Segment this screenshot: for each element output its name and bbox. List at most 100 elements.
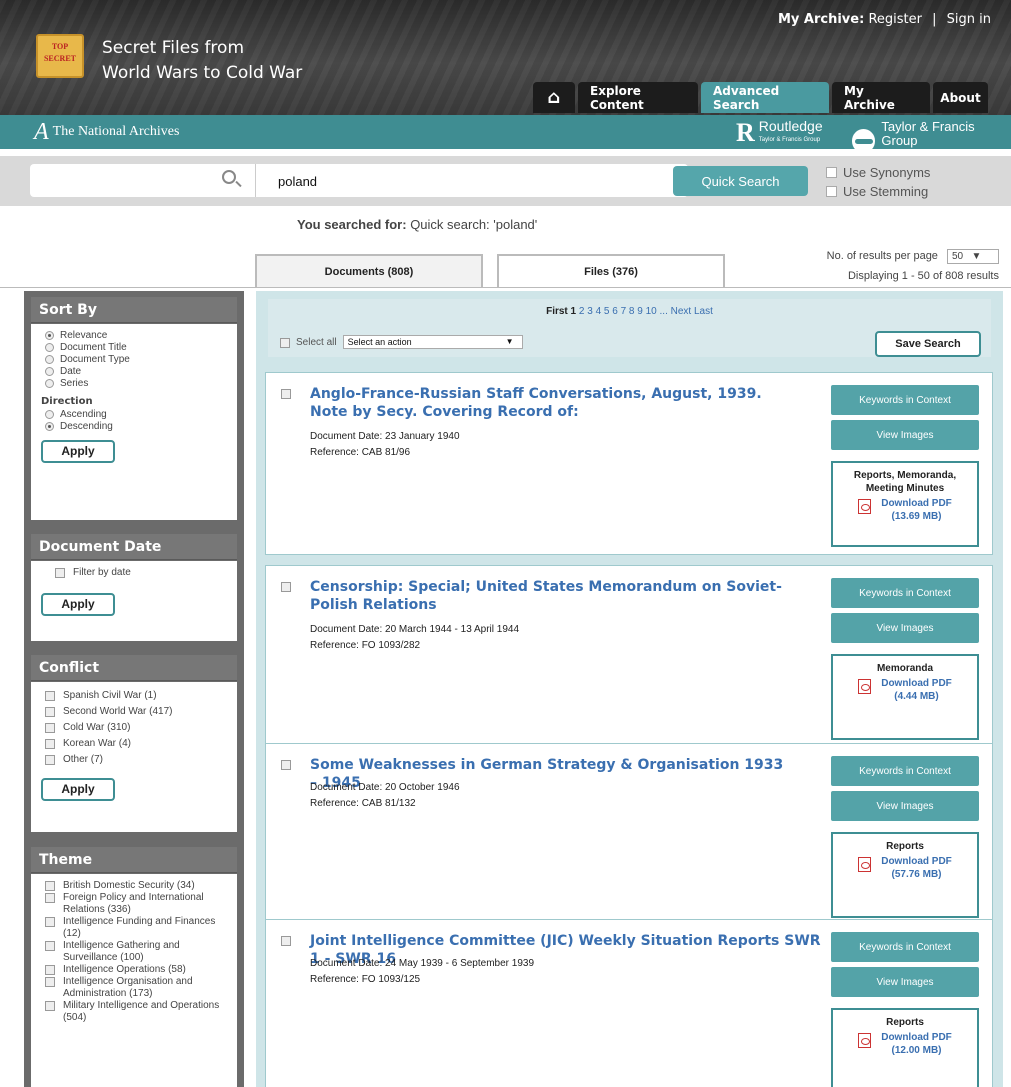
conflict-item[interactable]: Other (7) bbox=[41, 752, 227, 768]
pager-pages[interactable]: 2 3 4 5 6 7 8 9 10 ... bbox=[579, 306, 668, 317]
conflict-checkbox[interactable] bbox=[45, 707, 55, 717]
radio-button[interactable] bbox=[45, 331, 54, 340]
theme-checkbox[interactable] bbox=[45, 941, 55, 951]
signin-link[interactable]: Sign in bbox=[947, 12, 991, 27]
file-size: (13.69 MB) bbox=[891, 511, 942, 522]
sort-option-date[interactable]: Date bbox=[41, 366, 227, 378]
home-tab[interactable]: ⌂ bbox=[533, 82, 575, 113]
theme-item[interactable]: Military Intelligence and Operations (50… bbox=[41, 1000, 227, 1024]
conflict-checkbox[interactable] bbox=[45, 691, 55, 701]
sort-option-relevance[interactable]: Relevance bbox=[41, 330, 227, 342]
result-card: Censorship: Special; United States Memor… bbox=[265, 565, 993, 748]
radio-button[interactable] bbox=[45, 379, 54, 388]
conflict-checkbox[interactable] bbox=[45, 723, 55, 733]
result-checkbox[interactable] bbox=[281, 582, 291, 592]
sort-option-type[interactable]: Document Type bbox=[41, 354, 227, 366]
radio-button[interactable] bbox=[45, 422, 54, 431]
pager-first[interactable]: First bbox=[546, 306, 568, 317]
filter-sidebar: Sort By Relevance Document Title Documen… bbox=[24, 291, 244, 1087]
tab-documents[interactable]: Documents (808) bbox=[255, 254, 483, 288]
theme-checkbox[interactable] bbox=[45, 881, 55, 891]
conflict-item[interactable]: Cold War (310) bbox=[41, 720, 227, 736]
download-pdf-link[interactable]: Download PDF (12.00 MB) bbox=[881, 1031, 952, 1057]
conflict-apply-button[interactable]: Apply bbox=[41, 778, 115, 801]
download-pdf-link[interactable]: Download PDF (57.76 MB) bbox=[881, 855, 952, 881]
theme-item[interactable]: Intelligence Funding and Finances (12) bbox=[41, 916, 227, 940]
conflict-checkbox[interactable] bbox=[45, 739, 55, 749]
result-title[interactable]: Anglo-France-Russian Staff Conversations… bbox=[310, 385, 790, 421]
select-all-checkbox[interactable] bbox=[280, 337, 290, 348]
theme-item[interactable]: British Domestic Security (34) bbox=[41, 880, 227, 892]
use-stemming-checkbox[interactable] bbox=[826, 186, 837, 197]
use-synonyms-option[interactable]: Use Synonyms bbox=[826, 163, 930, 182]
per-page-select[interactable]: 50 ▼ bbox=[947, 249, 999, 264]
tab-my-archive[interactable]: My Archive bbox=[832, 82, 930, 113]
search-input[interactable] bbox=[278, 171, 678, 191]
result-title[interactable]: Censorship: Special; United States Memor… bbox=[310, 578, 790, 614]
radio-button[interactable] bbox=[45, 367, 54, 376]
tab-label: About bbox=[940, 90, 981, 105]
tab-about[interactable]: About bbox=[933, 82, 988, 113]
sort-apply-button[interactable]: Apply bbox=[41, 440, 115, 463]
pager-next[interactable]: Next bbox=[671, 306, 692, 317]
view-images-button[interactable]: View Images bbox=[831, 791, 979, 821]
direction-ascending[interactable]: Ascending bbox=[41, 409, 227, 421]
theme-checkbox[interactable] bbox=[45, 893, 55, 903]
theme-item[interactable]: Intelligence Gathering and Surveillance … bbox=[41, 940, 227, 964]
use-stemming-option[interactable]: Use Stemming bbox=[826, 182, 930, 201]
download-pdf-label: Download PDF bbox=[881, 498, 952, 509]
theme-label: Intelligence Operations (58) bbox=[63, 964, 186, 975]
keywords-in-context-button[interactable]: Keywords in Context bbox=[831, 578, 979, 608]
filter-by-date-checkbox[interactable] bbox=[55, 568, 65, 578]
theme-checkbox[interactable] bbox=[45, 977, 55, 987]
result-reference: Reference: CAB 81/96 bbox=[310, 447, 411, 458]
download-pdf-label: Download PDF bbox=[881, 1032, 952, 1043]
radio-button[interactable] bbox=[45, 410, 54, 419]
theme-checkbox[interactable] bbox=[45, 917, 55, 927]
theme-checkbox[interactable] bbox=[45, 1001, 55, 1011]
theme-label: Military Intelligence and Operations (50… bbox=[63, 1000, 220, 1023]
tab-advanced-search[interactable]: Advanced Search bbox=[701, 82, 829, 113]
site-title[interactable]: Secret Files from World Wars to Cold War bbox=[102, 36, 302, 86]
download-pdf-link[interactable]: Download PDF (13.69 MB) bbox=[881, 497, 952, 523]
use-synonyms-label: Use Synonyms bbox=[843, 165, 931, 180]
view-images-button[interactable]: View Images bbox=[831, 420, 979, 450]
filter-by-date-option[interactable]: Filter by date bbox=[51, 567, 227, 579]
save-search-button[interactable]: Save Search bbox=[875, 331, 981, 357]
sort-option-title[interactable]: Document Title bbox=[41, 342, 227, 354]
result-checkbox[interactable] bbox=[281, 389, 291, 399]
view-images-button[interactable]: View Images bbox=[831, 613, 979, 643]
direction-descending[interactable]: Descending bbox=[41, 421, 227, 433]
date-apply-button[interactable]: Apply bbox=[41, 593, 115, 616]
conflict-checkbox[interactable] bbox=[45, 755, 55, 765]
top-secret-logo[interactable]: TOP SECRET bbox=[36, 34, 84, 78]
pager-last[interactable]: Last bbox=[694, 306, 713, 317]
use-synonyms-checkbox[interactable] bbox=[826, 167, 837, 178]
routledge-logo[interactable]: R Routledge Taylor & Francis Group bbox=[736, 119, 823, 147]
download-box: Reports Download PDF (57.76 MB) bbox=[831, 832, 979, 918]
conflict-item[interactable]: Korean War (4) bbox=[41, 736, 227, 752]
tab-explore-content[interactable]: Explore Content bbox=[578, 82, 698, 113]
result-checkbox[interactable] bbox=[281, 760, 291, 770]
national-archives-logo[interactable]: A The National Archives bbox=[34, 120, 179, 144]
theme-item[interactable]: Intelligence Operations (58) bbox=[41, 964, 227, 976]
keywords-in-context-button[interactable]: Keywords in Context bbox=[831, 932, 979, 962]
register-link[interactable]: Register bbox=[868, 12, 922, 27]
radio-button[interactable] bbox=[45, 355, 54, 364]
view-images-button[interactable]: View Images bbox=[831, 967, 979, 997]
radio-button[interactable] bbox=[45, 343, 54, 352]
tab-files[interactable]: Files (376) bbox=[497, 254, 725, 288]
theme-item[interactable]: Intelligence Organisation and Administra… bbox=[41, 976, 227, 1000]
theme-item[interactable]: Foreign Policy and International Relatio… bbox=[41, 892, 227, 916]
result-checkbox[interactable] bbox=[281, 936, 291, 946]
action-select[interactable]: Select an action ▼ bbox=[342, 335, 523, 349]
keywords-in-context-button[interactable]: Keywords in Context bbox=[831, 756, 979, 786]
quick-search-button[interactable]: Quick Search bbox=[673, 166, 808, 196]
search-icon[interactable] bbox=[222, 170, 236, 184]
conflict-item[interactable]: Spanish Civil War (1) bbox=[41, 688, 227, 704]
keywords-in-context-button[interactable]: Keywords in Context bbox=[831, 385, 979, 415]
sort-option-series[interactable]: Series bbox=[41, 378, 227, 390]
conflict-item[interactable]: Second World War (417) bbox=[41, 704, 227, 720]
download-pdf-link[interactable]: Download PDF (4.44 MB) bbox=[881, 677, 952, 703]
theme-checkbox[interactable] bbox=[45, 965, 55, 975]
